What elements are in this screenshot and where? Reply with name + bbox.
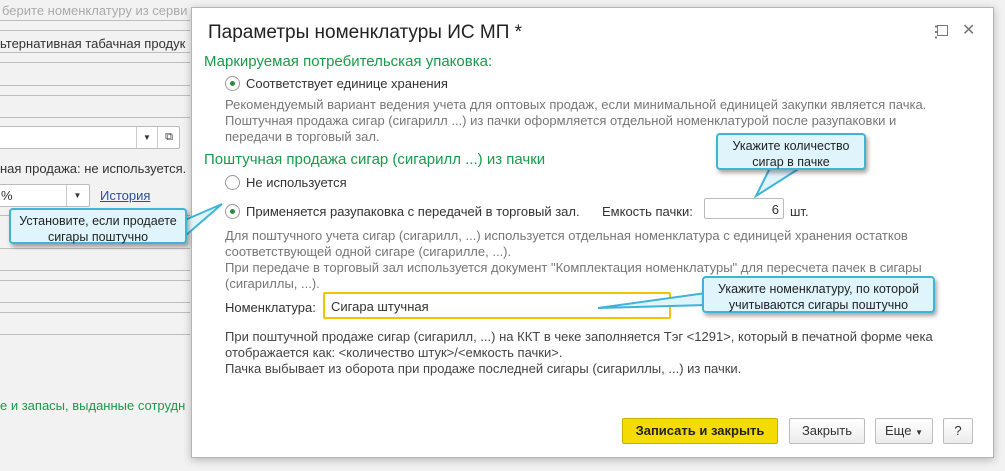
callout-capacity: Укажите количество сигар в пачке (716, 133, 866, 170)
callout-unpack: Установите, если продаете сигары поштучно (9, 208, 187, 244)
callout-nomenclature: Укажите номенклатуру, по которой учитываю… (702, 276, 935, 313)
